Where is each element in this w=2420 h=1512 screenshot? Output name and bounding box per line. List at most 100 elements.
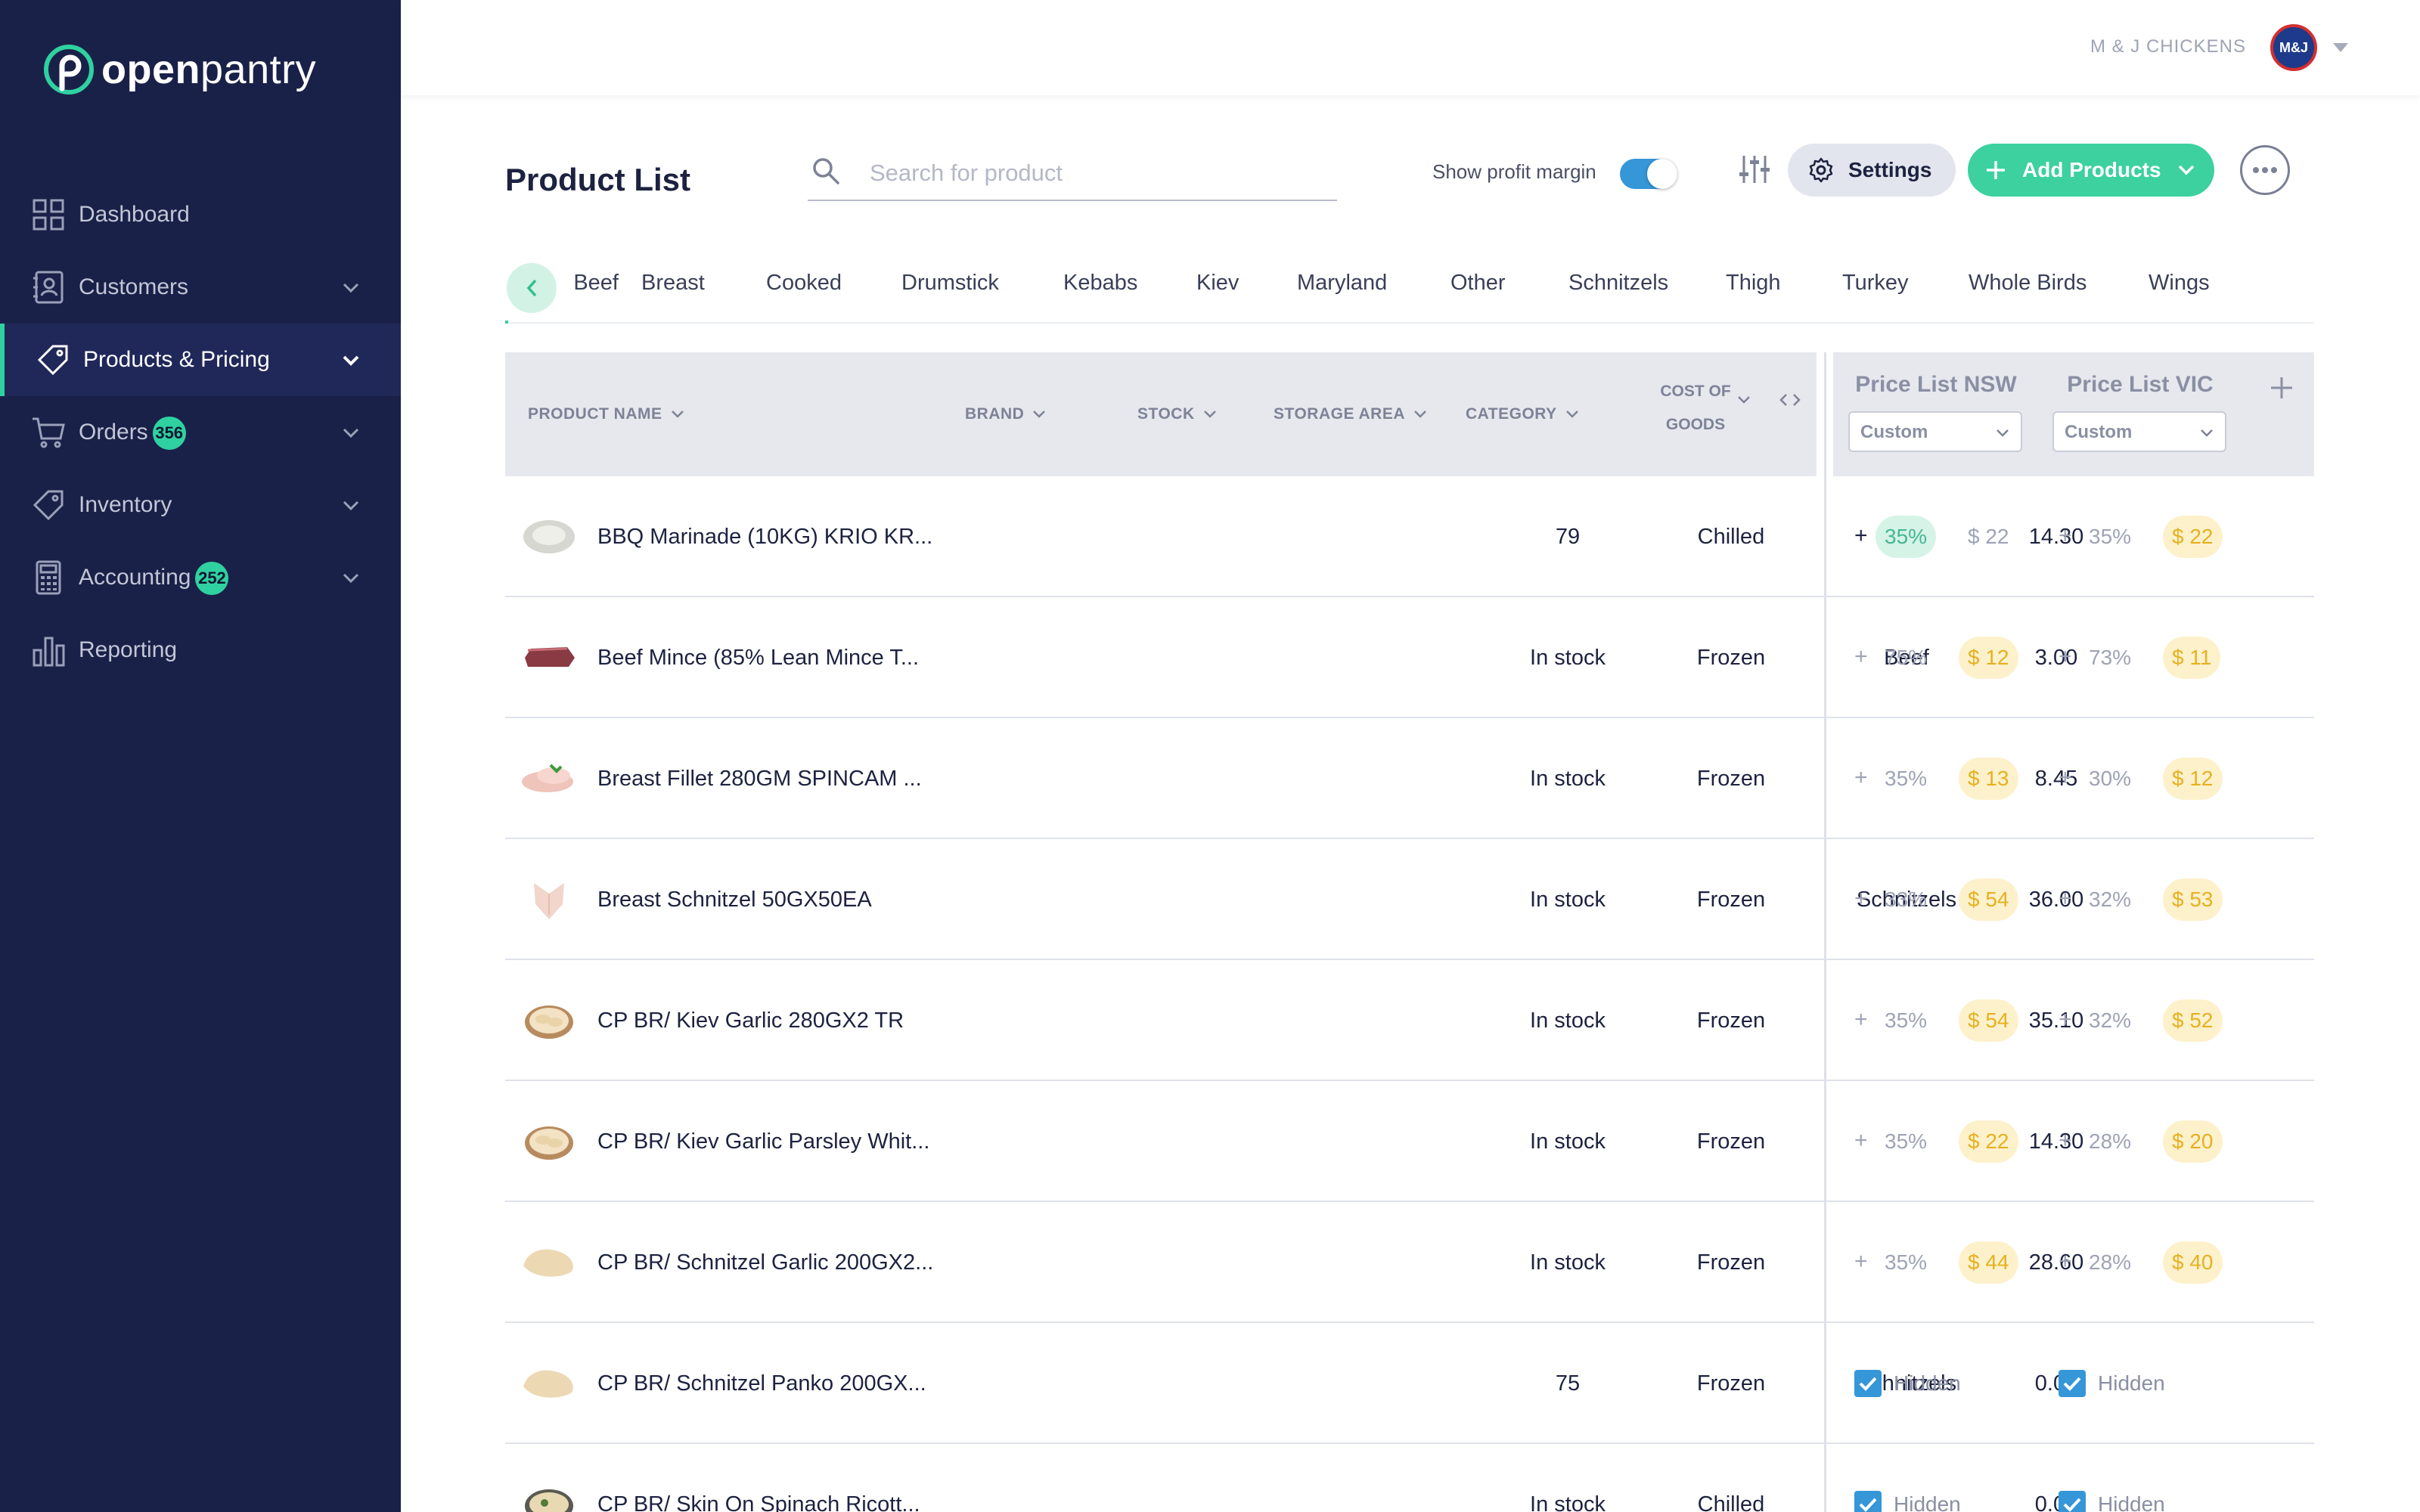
tab-beef[interactable]: Beef: [557, 271, 619, 305]
plus-icon[interactable]: +: [2059, 1128, 2072, 1154]
price-nsw-cell[interactable]: +35% $ 22: [1854, 516, 2040, 558]
margin-value[interactable]: 32%: [2080, 878, 2140, 921]
margin-value[interactable]: 73%: [2080, 637, 2140, 679]
product-name[interactable]: CP BR/ Kiev Garlic 280GX2 TR: [597, 960, 904, 1081]
margin-value[interactable]: 35%: [2080, 516, 2140, 558]
price-vic-cell[interactable]: +30% $ 12: [2059, 758, 2245, 800]
plus-icon[interactable]: +: [2059, 765, 2072, 791]
column-header-cost-of-goods[interactable]: COST OF GOODS: [1643, 375, 1748, 442]
table-row[interactable]: Beef Mince (85% Lean Mince T... In stock F…: [505, 597, 2314, 718]
margin-value[interactable]: 32%: [2080, 999, 2140, 1042]
price-list-nsw-mode-select[interactable]: Custom: [1848, 411, 2022, 452]
plus-icon[interactable]: +: [2059, 644, 2072, 670]
sidebar-item-dashboard[interactable]: Dashboard: [0, 178, 401, 251]
plus-icon[interactable]: +: [1854, 765, 1868, 791]
product-name[interactable]: BBQ Marinade (10KG) KRIO KR...: [597, 476, 932, 597]
price-vic-cell[interactable]: +32% $ 52: [2059, 999, 2245, 1042]
add-price-list-icon[interactable]: [2269, 375, 2294, 401]
plus-icon[interactable]: +: [2059, 523, 2072, 549]
table-row[interactable]: Breast Schnitzel 50GX50EA In stock Frozen S…: [505, 839, 2314, 960]
tab-schnitzels[interactable]: Schnitzels: [1568, 271, 1668, 296]
price-nsw-hidden[interactable]: Hidden: [1854, 1489, 1961, 1512]
table-row[interactable]: CP BR/ Schnitzel Panko 200GX... 75 Frozen S…: [505, 1323, 2314, 1444]
tab-wings[interactable]: Wings: [2149, 271, 2210, 296]
table-row[interactable]: BBQ Marinade (10KG) KRIO KR... 79 Chilled 1…: [505, 476, 2314, 597]
margin-value[interactable]: 35%: [1876, 758, 1936, 800]
price-value[interactable]: $ 12: [1959, 637, 2018, 679]
price-value[interactable]: $ 52: [2163, 999, 2223, 1042]
price-value[interactable]: $ 22: [2163, 516, 2223, 558]
table-row[interactable]: CP BR/ Skin On Spinach Ricott... In stock…: [505, 1444, 2314, 1512]
sidebar-item-orders[interactable]: Orders 356: [0, 396, 401, 469]
checkbox-checked-icon[interactable]: [1854, 1491, 1882, 1512]
price-value[interactable]: $ 53: [2163, 878, 2223, 921]
price-value[interactable]: $ 22: [1959, 516, 2018, 558]
margin-value[interactable]: 28%: [2080, 1120, 2140, 1163]
checkbox-checked-icon[interactable]: [2059, 1370, 2086, 1397]
tab-kebabs[interactable]: Kebabs: [1063, 271, 1137, 296]
price-vic-cell[interactable]: +73% $ 11: [2059, 637, 2245, 679]
tab-other[interactable]: Other: [1450, 271, 1506, 296]
product-name[interactable]: CP BR/ Skin On Spinach Ricott...: [597, 1444, 920, 1512]
tab-drumstick[interactable]: Drumstick: [901, 271, 999, 296]
sidebar-item-accounting[interactable]: Accounting 252: [0, 541, 401, 614]
company-avatar[interactable]: M&J: [2270, 24, 2317, 71]
margin-value[interactable]: 33%: [1876, 878, 1936, 921]
checkbox-checked-icon[interactable]: [2059, 1491, 2086, 1512]
price-value[interactable]: $ 13: [1959, 758, 2018, 800]
price-vic-hidden[interactable]: Hidden: [2059, 1368, 2165, 1399]
price-nsw-cell[interactable]: +33% $ 54: [1854, 878, 2040, 921]
margin-value[interactable]: 75%: [1876, 637, 1936, 679]
tab-cooked[interactable]: Cooked: [766, 271, 842, 296]
product-name[interactable]: CP BR/ Schnitzel Garlic 200GX2...: [597, 1202, 933, 1323]
caret-down-icon[interactable]: [2331, 41, 2350, 54]
price-nsw-cell[interactable]: +35% $ 22: [1854, 1120, 2040, 1163]
price-value[interactable]: $ 44: [1959, 1241, 2018, 1284]
table-row[interactable]: Breast Fillet 280GM SPINCAM ... In stock F…: [505, 718, 2314, 839]
column-header-storage-area[interactable]: STORAGE AREA: [1274, 352, 1428, 476]
price-nsw-cell[interactable]: +35% $ 44: [1854, 1241, 2040, 1284]
product-name[interactable]: Breast Fillet 280GM SPINCAM ...: [597, 718, 922, 839]
product-name[interactable]: Beef Mince (85% Lean Mince T...: [597, 597, 919, 718]
margin-value[interactable]: 35%: [1876, 999, 1936, 1042]
price-value[interactable]: $ 54: [1959, 878, 2018, 921]
sidebar-item-products-pricing[interactable]: Products & Pricing: [0, 324, 401, 396]
checkbox-checked-icon[interactable]: [1854, 1370, 1882, 1397]
sliders-icon[interactable]: [1738, 153, 1771, 186]
price-vic-cell[interactable]: +35% $ 22: [2059, 516, 2245, 558]
sidebar-item-inventory[interactable]: Inventory: [0, 469, 401, 541]
tab-thigh[interactable]: Thigh: [1726, 271, 1781, 296]
price-vic-cell[interactable]: +32% $ 53: [2059, 878, 2245, 921]
price-nsw-cell[interactable]: +35% $ 13: [1854, 758, 2040, 800]
tab-breast[interactable]: Breast: [641, 271, 705, 296]
price-nsw-hidden[interactable]: Hidden: [1854, 1368, 1961, 1399]
margin-value[interactable]: 35%: [1876, 516, 1937, 558]
product-name[interactable]: Breast Schnitzel 50GX50EA: [597, 839, 872, 960]
tab-whole-birds[interactable]: Whole Birds: [1969, 271, 2086, 296]
tab-maryland[interactable]: Maryland: [1297, 271, 1387, 296]
plus-icon[interactable]: +: [2059, 1249, 2072, 1275]
price-nsw-cell[interactable]: +75% $ 12: [1854, 637, 2040, 679]
sidebar-item-customers[interactable]: Customers: [0, 251, 401, 324]
expand-columns-icon[interactable]: [1779, 392, 1801, 408]
table-row[interactable]: CP BR/ Schnitzel Garlic 200GX2... In stoc…: [505, 1202, 2314, 1323]
more-options-button[interactable]: [2240, 145, 2290, 195]
product-name[interactable]: CP BR/ Schnitzel Panko 200GX...: [597, 1323, 926, 1444]
margin-value[interactable]: 28%: [2080, 1241, 2140, 1284]
price-value[interactable]: $ 22: [1959, 1120, 2018, 1163]
plus-icon[interactable]: +: [1854, 1128, 1868, 1154]
sidebar-item-reporting[interactable]: Reporting: [0, 614, 401, 686]
profit-margin-toggle[interactable]: [1620, 159, 1677, 189]
plus-icon[interactable]: +: [1854, 886, 1868, 912]
plus-icon[interactable]: +: [1854, 1007, 1868, 1033]
add-products-button[interactable]: Add Products: [1968, 144, 2214, 197]
price-vic-cell[interactable]: +28% $ 20: [2059, 1120, 2245, 1163]
column-header-stock[interactable]: STOCK: [1137, 352, 1218, 476]
price-value[interactable]: $ 40: [2163, 1241, 2223, 1284]
chevron-down-icon[interactable]: [337, 346, 365, 373]
plus-icon[interactable]: +: [2059, 886, 2072, 912]
settings-button[interactable]: Settings: [1788, 144, 1956, 197]
column-header-product-name[interactable]: PRODUCT NAME: [528, 352, 685, 476]
margin-value[interactable]: 35%: [1876, 1241, 1936, 1284]
tab-kiev[interactable]: Kiev: [1196, 271, 1239, 296]
